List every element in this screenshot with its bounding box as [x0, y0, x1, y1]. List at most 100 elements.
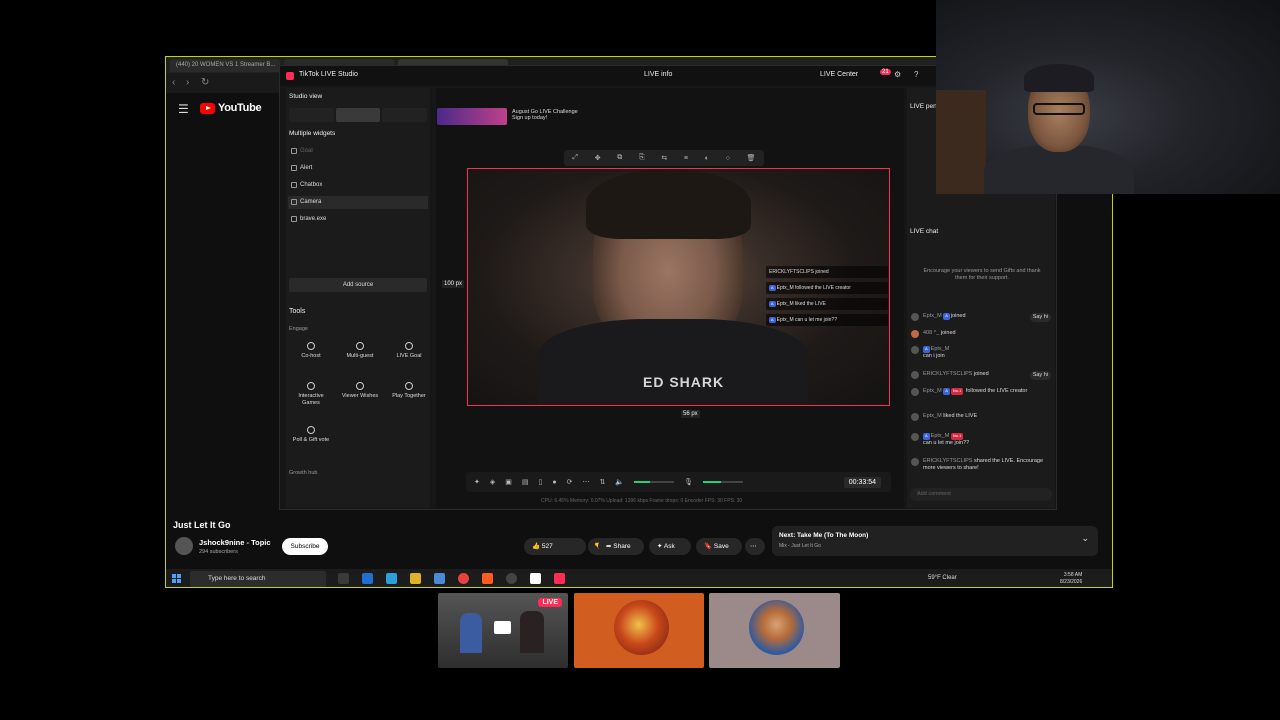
ask-button[interactable]: ✦ Ask: [649, 538, 691, 555]
taskbar-search-box[interactable]: Type here to search: [190, 571, 326, 587]
mic-volume-slider[interactable]: [702, 481, 743, 483]
record-icon[interactable]: ●: [552, 479, 556, 486]
todo-icon[interactable]: [434, 573, 445, 584]
chat-user[interactable]: Eptx_M: [923, 388, 942, 394]
view-mode-other[interactable]: [382, 108, 428, 122]
camera-preview[interactable]: ED SHARK ERICKLYFTSCLIPS joined A Eptx_M …: [467, 168, 890, 406]
task-view-icon[interactable]: [338, 573, 349, 584]
say-hi-button[interactable]: Say hi: [1029, 371, 1051, 380]
rotate-icon[interactable]: ○: [726, 155, 730, 162]
transform-icon[interactable]: ⧉: [617, 154, 622, 162]
share-arrow-icon: ➦: [606, 543, 612, 550]
effects-icon[interactable]: ◈: [490, 478, 495, 486]
chat-user[interactable]: Eptx_M: [931, 433, 950, 439]
edge-icon[interactable]: [362, 573, 373, 584]
magic-wand-icon[interactable]: ✦: [474, 478, 480, 486]
up-next-panel[interactable]: Next: Take Me (To The Moon) Mix - Just L…: [772, 526, 1098, 556]
tool-label: Multi-guest: [346, 353, 374, 359]
tool-play-together[interactable]: Play Together: [387, 382, 431, 412]
back-icon[interactable]: ‹: [172, 77, 175, 88]
channel-avatar[interactable]: [175, 537, 193, 555]
align-icon[interactable]: ✥: [595, 154, 601, 162]
save-button[interactable]: 🔖 Save: [696, 538, 742, 555]
streamer-shirt: [538, 319, 808, 405]
source-item-camera[interactable]: Camera: [288, 196, 428, 209]
tool-multi-guest[interactable]: Multi-guest: [338, 342, 382, 372]
chrome-icon[interactable]: [458, 573, 469, 584]
live-info-button[interactable]: LIVE info: [644, 71, 672, 78]
promo-banner-text[interactable]: August Go LIVE Challenge Sign up today!: [512, 109, 578, 121]
app-icon[interactable]: [530, 573, 541, 584]
share-button[interactable]: ➦ Share: [598, 538, 644, 555]
chat-user[interactable]: ERICKLYFTSCLIPS: [923, 458, 972, 464]
flip-icon[interactable]: ⇆: [661, 154, 667, 162]
gift-icon: [356, 382, 364, 390]
speaker-volume-slider[interactable]: [634, 481, 675, 483]
chat-user[interactable]: ERICKLYFTSCLIPS: [923, 371, 972, 377]
reload-icon[interactable]: ↻: [201, 77, 209, 88]
windows-start-icon[interactable]: [172, 574, 181, 583]
live-center-button[interactable]: LIVE Center: [820, 71, 858, 78]
system-clock[interactable]: 3:58 AM 8/23/2026: [1060, 572, 1082, 586]
replay-icon[interactable]: ⟳: [567, 478, 573, 486]
chat-user[interactable]: Eptx_M: [931, 346, 950, 352]
source-label: Alert: [300, 165, 313, 171]
say-hi-button[interactable]: Say hi: [1029, 313, 1051, 322]
ask-label: Ask: [663, 543, 675, 550]
settings-icon[interactable]: ⚙: [894, 70, 901, 79]
source-item-alert[interactable]: Alert: [288, 162, 428, 175]
thumbs-up-icon: 👍: [532, 543, 541, 550]
mobile-icon[interactable]: ▯: [539, 478, 543, 486]
source-item-chatbox[interactable]: Chatbox: [288, 179, 428, 192]
growth-hub-label: Growth hub: [289, 470, 318, 476]
delete-icon[interactable]: 🗑: [747, 154, 756, 162]
studio-view-dropdown[interactable]: Studio view: [289, 93, 322, 100]
hamburger-menu-icon[interactable]: ☰: [178, 102, 189, 116]
tool-live-goal[interactable]: LIVE Goal: [387, 342, 431, 372]
mixer-icon[interactable]: ⇅: [599, 478, 605, 486]
browser-tab[interactable]: (440) 20 WOMEN VS 1 Streamer B...: [170, 59, 280, 72]
layer-icon[interactable]: ≡: [684, 155, 688, 162]
chat-user[interactable]: Eptx_M: [923, 313, 942, 319]
tool-poll-gift-vote[interactable]: Poll & Gift vote: [289, 426, 333, 456]
view-mode-landscape[interactable]: [335, 108, 381, 122]
source-item-goal[interactable]: Goal: [288, 145, 428, 158]
add-source-button[interactable]: Add source: [289, 278, 427, 292]
forward-icon[interactable]: ›: [186, 77, 189, 88]
multiple-widgets-dropdown[interactable]: Multiple widgets: [289, 130, 335, 137]
like-button[interactable]: 👍 527: [524, 538, 586, 555]
streamer-glasses: [1033, 103, 1085, 115]
help-icon[interactable]: ?: [914, 70, 918, 79]
view-mode-portrait[interactable]: [289, 108, 334, 122]
tiktok-studio-icon[interactable]: [554, 573, 565, 584]
chat-user[interactable]: 408 ^_: [923, 330, 939, 336]
tool-viewer-wishes[interactable]: Viewer Wishes: [338, 382, 382, 412]
promo-banner-image[interactable]: [437, 108, 507, 125]
browser-icon[interactable]: [386, 573, 397, 584]
file-explorer-icon[interactable]: [410, 573, 421, 584]
subscribe-button[interactable]: Subscribe: [282, 538, 328, 555]
brave-icon[interactable]: [482, 573, 493, 584]
more-actions-button[interactable]: ⋯: [745, 538, 765, 555]
profile-thumbnail[interactable]: [709, 593, 840, 668]
chat-user[interactable]: Eptx_M: [923, 413, 942, 419]
copy-icon[interactable]: ⎘: [639, 154, 645, 162]
obs-icon[interactable]: [506, 573, 517, 584]
filter-icon[interactable]: ◐: [705, 155, 709, 162]
add-comment-input[interactable]: Add comment: [910, 488, 1052, 501]
speaker-icon[interactable]: 🔈: [615, 478, 624, 486]
profile-thumbnail[interactable]: [574, 593, 704, 668]
screenshot-icon[interactable]: ▣: [505, 478, 512, 486]
microphone-icon[interactable]: 🎙: [684, 478, 693, 486]
live-stream-thumbnail[interactable]: LIVE: [438, 593, 568, 668]
tool-co-host[interactable]: Co-host: [289, 342, 333, 372]
crop-icon[interactable]: ⤢: [572, 154, 578, 162]
tool-interactive-games[interactable]: Interactive Games: [289, 382, 333, 412]
scene-icon[interactable]: ▤: [522, 478, 529, 486]
weather-widget[interactable]: 59°F Clear: [928, 575, 957, 581]
chevron-down-icon[interactable]: ⌄: [1081, 533, 1089, 544]
source-item-brave[interactable]: brave.exe: [288, 213, 428, 226]
more-icon[interactable]: ⋯: [582, 478, 589, 486]
channel-name[interactable]: Jshock9nine - Topic: [199, 538, 271, 547]
youtube-logo[interactable]: YouTube: [200, 102, 262, 114]
